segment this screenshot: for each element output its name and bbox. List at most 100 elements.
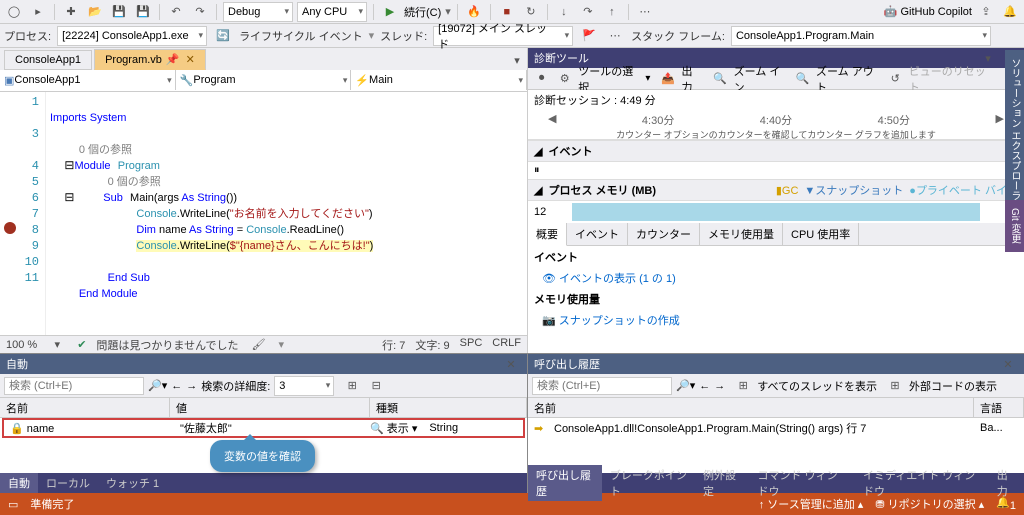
brush-icon[interactable]: 🖌 [249, 335, 269, 355]
pin-icon[interactable]: 📌 [166, 54, 180, 66]
cols-icon[interactable]: ⊞ [342, 376, 362, 396]
hdr-value[interactable]: 値 [170, 398, 370, 417]
platform-combo[interactable]: Any CPU [297, 2, 367, 22]
cs-prev-icon[interactable]: ← [699, 380, 710, 392]
tab-consoleapp1[interactable]: ConsoleApp1 [4, 50, 92, 70]
step-into-icon[interactable]: ↓ [554, 2, 574, 22]
cs-hdr-name[interactable]: 名前 [528, 398, 974, 417]
undo-icon[interactable]: ↶ [166, 2, 186, 22]
btab-exceptions[interactable]: 例外設定 [695, 465, 750, 501]
record-icon[interactable]: ⏺ [532, 69, 551, 89]
back-icon[interactable]: ◯ [4, 2, 24, 22]
frame-lang: Ba... [974, 420, 1024, 436]
btab-watch1[interactable]: ウォッチ 1 [98, 473, 167, 493]
cs-next-icon[interactable]: → [714, 380, 725, 392]
stop-icon[interactable]: ■ [497, 2, 517, 22]
all-threads-button[interactable]: すべてのスレッドを表示 [757, 378, 877, 394]
tree-icon[interactable]: ⊟ [366, 376, 386, 396]
continue-button[interactable]: 続行(C) [404, 4, 441, 20]
events-header[interactable]: ◢ イベント [528, 140, 1024, 162]
tab-overflow-icon[interactable]: ▾ [507, 50, 527, 70]
hdr-name[interactable]: 名前 [0, 398, 170, 417]
save-all-icon[interactable]: 💾 [133, 2, 153, 22]
reset-icon[interactable]: ↺ [886, 69, 905, 89]
cs-search-icon[interactable]: 🔎▾ [676, 379, 695, 392]
callstack-row[interactable]: ➡ ConsoleApp1.dll!ConsoleApp1.Program.Ma… [528, 418, 1024, 438]
thread-combo[interactable]: [19072] メイン スレッド [433, 26, 573, 46]
ext-code-icon[interactable]: ⊞ [885, 376, 905, 396]
zoom-dropdown-icon[interactable]: ▾ [47, 335, 67, 355]
gear-icon[interactable]: ⚙ [555, 69, 574, 89]
zoomin-icon[interactable]: 🔍 [711, 69, 730, 89]
tab-events[interactable]: イベント [567, 223, 628, 245]
process-combo[interactable]: [22224] ConsoleApp1.exe [57, 26, 207, 46]
snapshot-link[interactable]: 📷 スナップショットの作成 [528, 310, 1024, 330]
tool-icon[interactable]: ⋯ [635, 2, 655, 22]
line-indicator: 行: 7 [382, 337, 405, 353]
continue-icon[interactable]: ▶ [380, 2, 400, 22]
threads-icon[interactable]: ⋯ [605, 26, 625, 46]
solution-explorer-tab[interactable]: ソリューション エクスプローラー [1005, 50, 1024, 219]
breakpoint-icon[interactable] [4, 222, 16, 234]
stack-combo[interactable]: ConsoleApp1.Program.Main [731, 26, 991, 46]
zoomout-icon[interactable]: 🔍 [793, 69, 812, 89]
memory-header[interactable]: ◢ プロセス メモリ (MB) ▮GC ▼スナップショット ●プライベート バイ… [528, 179, 1024, 201]
flag-icon[interactable]: 🚩 [579, 26, 599, 46]
hdr-type[interactable]: 種類 [370, 398, 527, 417]
tab-program-vb[interactable]: Program.vb📌✕ [94, 49, 206, 70]
nav-project-combo[interactable]: ▣ ConsoleApp1 [0, 70, 176, 90]
bell-icon[interactable]: 🔔1 [996, 496, 1016, 512]
cs-hdr-lang[interactable]: 言語 [974, 398, 1024, 417]
next-icon[interactable]: → [186, 380, 197, 392]
zoom-value[interactable]: 100 % [6, 339, 37, 351]
autos-close-icon[interactable]: ✕ [501, 354, 521, 374]
share-icon[interactable]: ⇪ [976, 2, 996, 22]
step-over-icon[interactable]: ↷ [578, 2, 598, 22]
btab-locals[interactable]: ローカル [38, 473, 98, 493]
nav-member-combo[interactable]: ⚡ Main [351, 70, 527, 90]
restart-icon[interactable]: ↻ [521, 2, 541, 22]
repo-button[interactable]: ⛃ リポジトリの選択 ▴ [875, 496, 984, 512]
search-icon[interactable]: 🔎▾ [148, 379, 167, 392]
variable-row[interactable]: 🔒 name "佐藤太郎" 🔍 表示 ▾ String [2, 418, 525, 438]
var-view[interactable]: 表示 [387, 423, 409, 435]
hot-reload-icon[interactable]: 🔥 [464, 2, 484, 22]
notify-icon[interactable]: 🔔 [1000, 2, 1020, 22]
line-gutter: 134567891011 [0, 92, 46, 335]
lifecycle-icon[interactable]: 🔄 [213, 26, 233, 46]
save-icon[interactable]: 💾 [109, 2, 129, 22]
space-indicator[interactable]: SPC [460, 337, 483, 353]
btab-callstack[interactable]: 呼び出し履歴 [528, 465, 602, 501]
open-icon[interactable]: 📂 [85, 2, 105, 22]
autos-search-input[interactable] [4, 377, 144, 395]
src-control-button[interactable]: ↑ ソース管理に追加 ▴ [759, 496, 864, 512]
memory-chart[interactable] [572, 203, 980, 221]
btab-autos[interactable]: 自動 [0, 473, 38, 493]
crlf-indicator[interactable]: CRLF [492, 337, 521, 353]
depth-combo[interactable]: 3 [274, 376, 334, 396]
btab-breakpoints[interactable]: ブレークポイント [602, 465, 695, 501]
prev-icon[interactable]: ← [171, 380, 182, 392]
new-icon[interactable]: ✚ [61, 2, 81, 22]
nav-type-combo[interactable]: 🔧 Program [176, 70, 352, 90]
callstack-search-input[interactable] [532, 377, 672, 395]
fwd-icon[interactable]: ▸ [28, 2, 48, 22]
close-tab-icon[interactable]: ✕ [186, 54, 195, 66]
config-combo[interactable]: Debug [223, 2, 293, 22]
threads-view-icon[interactable]: ⊞ [733, 376, 753, 396]
tab-summary[interactable]: 概要 [528, 223, 567, 246]
git-changes-tab[interactable]: Git 変更 [1005, 200, 1024, 252]
redo-icon[interactable]: ↷ [190, 2, 210, 22]
autos-grid-header: 名前 値 種類 [0, 398, 527, 418]
code-editor[interactable]: 134567891011 Imports System 0 個の参照 ⊟Modu… [0, 92, 527, 335]
output-icon[interactable]: 📤 [658, 69, 677, 89]
callstack-close-icon[interactable]: ✕ [998, 354, 1018, 374]
timeline[interactable]: ◀4:30分4:40分4:50分▶ カウンター オプションのカウンターを確認して… [528, 110, 1024, 140]
tab-cpu[interactable]: CPU 使用率 [783, 223, 859, 245]
tab-counter[interactable]: カウンター [628, 223, 700, 245]
step-out-icon[interactable]: ↑ [602, 2, 622, 22]
show-events-link[interactable]: 👁 イベントの表示 (1 の 1) [528, 268, 1024, 288]
ext-code-button[interactable]: 外部コードの表示 [909, 378, 997, 394]
copilot-button[interactable]: 🤖 GitHub Copilot [884, 5, 972, 18]
tab-memory[interactable]: メモリ使用量 [700, 223, 783, 245]
